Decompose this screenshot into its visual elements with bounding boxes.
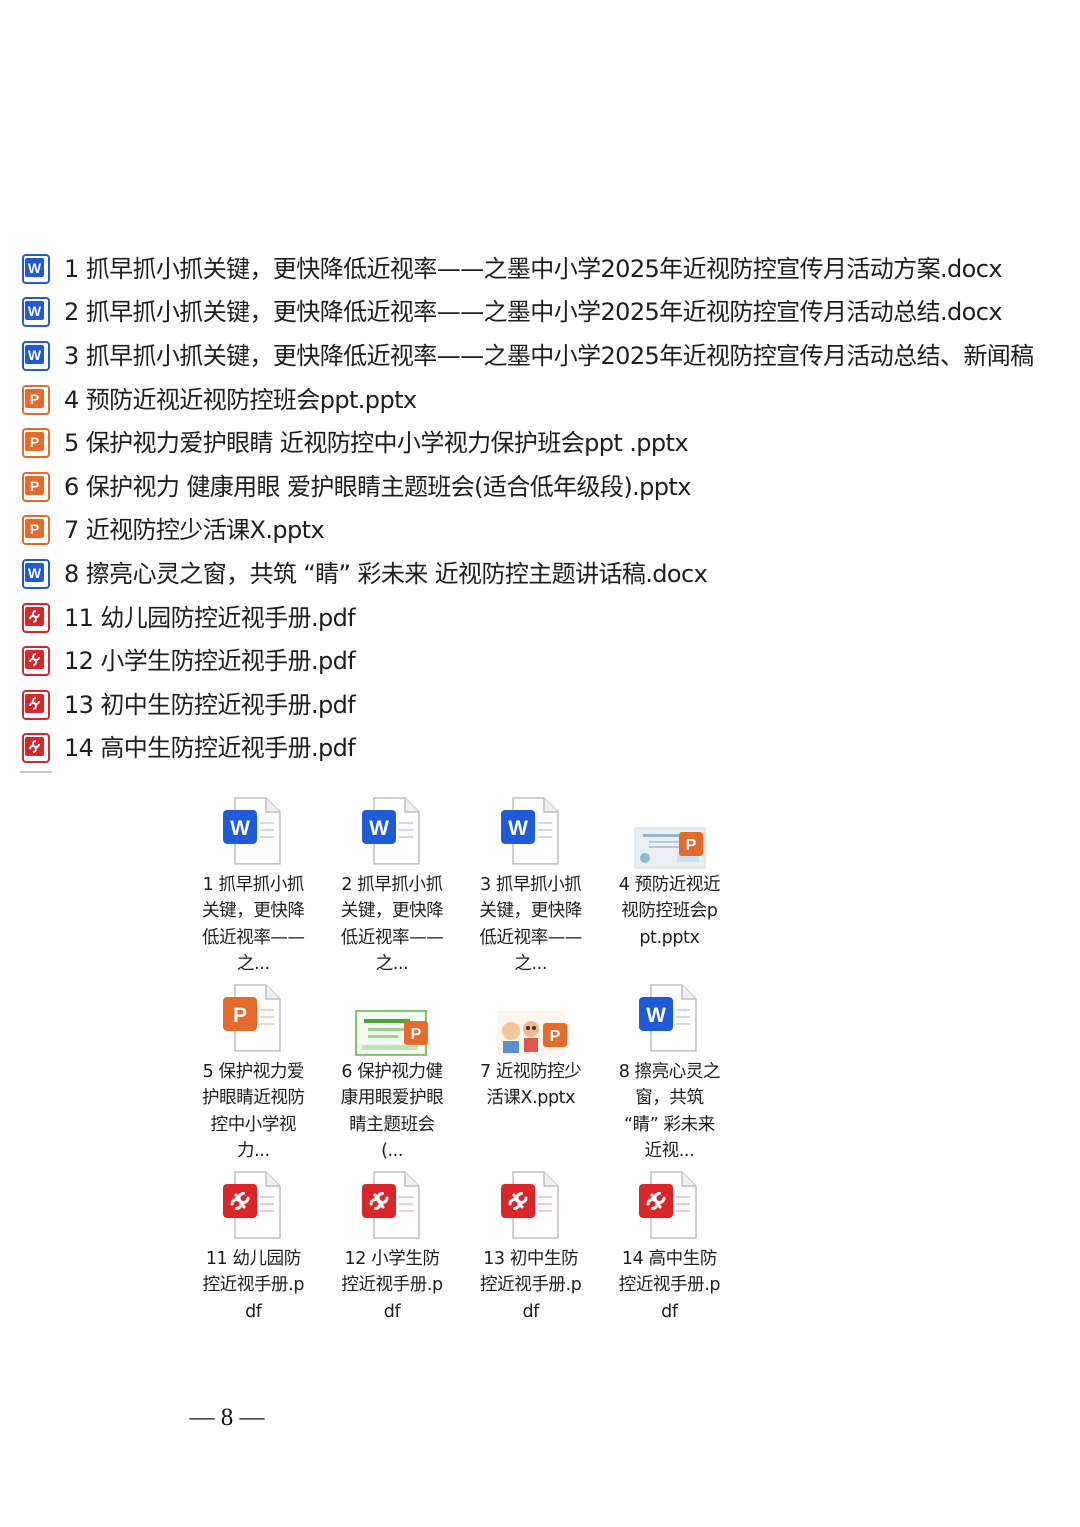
file-tile[interactable]: 12 小学生防控近视手册.pdf xyxy=(323,1164,462,1351)
file-tile[interactable]: W 2 抓早抓小抓关键，更快降低近视率——之... xyxy=(323,790,462,977)
file-row[interactable]: 13 初中生防控近视手册.pdf xyxy=(0,683,1080,727)
pdf-document-icon xyxy=(362,1171,420,1239)
file-tile[interactable]: 11 幼儿园防控近视手册.pdf xyxy=(184,1164,323,1351)
pdf-file-icon xyxy=(22,689,50,720)
pdf-document-icon xyxy=(639,1171,698,1239)
file-name: 12 小学生防控近视手册.pdf xyxy=(64,647,356,676)
word-document-icon: W xyxy=(223,797,282,865)
ppt-thumbnail-icon: P xyxy=(355,1009,428,1056)
page-number: — 8 — xyxy=(189,1404,265,1431)
file-tile[interactable]: P 6 保护视力健康用眼爱护眼睛主题班会(... xyxy=(323,977,462,1164)
file-tile-label: 1 抓早抓小抓关键，更快降低近视率——之... xyxy=(202,874,305,974)
ppt-file-icon: P xyxy=(22,428,50,459)
file-tile-label: 2 抓早抓小抓关键，更快降低近视率——之... xyxy=(340,874,444,974)
svg-text:W: W xyxy=(508,817,528,840)
svg-text:W: W xyxy=(28,260,42,276)
file-tile[interactable]: P 4 预防近视近视防控班会ppt.pptx xyxy=(600,790,739,977)
svg-text:P: P xyxy=(686,837,697,854)
file-row[interactable]: 11 幼儿园防控近视手册.pdf xyxy=(0,596,1080,640)
file-row[interactable]: P 5 保护视力爱护眼睛 近视防控中小学视力保护班会ppt .pptx xyxy=(0,421,1080,465)
file-tile-label: 11 幼儿园防控近视手册.pdf xyxy=(202,1249,305,1322)
pdf-file-icon xyxy=(22,602,50,633)
svg-text:P: P xyxy=(30,391,39,407)
file-row[interactable]: P 6 保护视力 健康用眼 爱护眼睛主题班会(适合低年级段).pptx xyxy=(0,465,1080,509)
file-name: 11 幼儿园防控近视手册.pdf xyxy=(64,603,356,632)
file-row[interactable]: P 4 预防近视近视防控班会ppt.pptx xyxy=(0,378,1080,422)
file-name: 1 抓早抓小抓关键，更快降低近视率——之墨中小学2025年近视防控宣传月活动方案… xyxy=(64,254,1003,283)
clipped-file-row xyxy=(0,770,1080,779)
file-name: 5 保护视力爱护眼睛 近视防控中小学视力保护班会ppt .pptx xyxy=(64,429,689,458)
file-tile-label: 12 小学生防控近视手册.pdf xyxy=(341,1249,443,1322)
svg-text:W: W xyxy=(28,565,42,581)
word-file-icon: W xyxy=(22,340,50,371)
file-list-view: W 1 抓早抓小抓关键，更快降低近视率——之墨中小学2025年近视防控宣传月活动… xyxy=(0,247,1080,779)
ppt-file-icon: P xyxy=(22,384,50,415)
svg-text:P: P xyxy=(549,1028,560,1045)
file-tile[interactable]: W 1 抓早抓小抓关键，更快降低近视率——之... xyxy=(184,790,323,977)
file-row[interactable]: W 2 抓早抓小抓关键，更快降低近视率——之墨中小学2025年近视防控宣传月活动… xyxy=(0,291,1080,335)
file-row[interactable]: W 1 抓早抓小抓关键，更快降低近视率——之墨中小学2025年近视防控宣传月活动… xyxy=(0,247,1080,291)
svg-text:W: W xyxy=(369,817,389,840)
file-name: 14 高中生防控近视手册.pdf xyxy=(64,734,356,763)
ppt-thumbnail-icon: P xyxy=(496,1011,567,1055)
svg-text:P: P xyxy=(30,521,39,537)
file-tile-label: 7 近视防控少活课X.pptx xyxy=(480,1062,582,1109)
file-tile-label: 3 抓早抓小抓关键，更快降低近视率——之... xyxy=(479,874,583,974)
file-tile[interactable]: P 5 保护视力爱护眼睛近视防控中小学视力... xyxy=(184,977,323,1164)
file-tile[interactable]: W 8 擦亮心灵之窗，共筑 “睛” 彩未来 近视... xyxy=(600,977,739,1164)
file-tile-label: 8 擦亮心灵之窗，共筑 “睛” 彩未来 近视... xyxy=(618,1061,721,1161)
file-name: 2 抓早抓小抓关键，更快降低近视率——之墨中小学2025年近视防控宣传月活动总结… xyxy=(64,298,1003,327)
file-tile[interactable]: 14 高中生防控近视手册.pdf xyxy=(600,1164,739,1351)
file-name: 6 保护视力 健康用眼 爱护眼睛主题班会(适合低年级段).pptx xyxy=(64,472,691,501)
file-tile[interactable]: 13 初中生防控近视手册.pdf xyxy=(461,1164,600,1351)
file-name: 3 抓早抓小抓关键，更快降低近视率——之墨中小学2025年近视防控宣传月活动总结… xyxy=(64,341,1034,370)
file-tile-label: 4 预防近视近视防控班会ppt.pptx xyxy=(618,875,721,948)
svg-text:P: P xyxy=(411,1026,422,1043)
file-name: 7 近视防控少活课X.pptx xyxy=(64,516,325,545)
file-row[interactable]: 14 高中生防控近视手册.pdf xyxy=(0,727,1080,771)
ppt-file-icon: P xyxy=(22,515,50,546)
file-row[interactable]: W 3 抓早抓小抓关键，更快降低近视率——之墨中小学2025年近视防控宣传月活动… xyxy=(0,334,1080,378)
svg-text:W: W xyxy=(28,303,42,319)
file-row[interactable]: P 7 近视防控少活课X.pptx xyxy=(0,509,1080,553)
powerpoint-document-icon: P xyxy=(223,984,282,1052)
file-tile-label: 5 保护视力爱护眼睛近视防控中小学视力... xyxy=(202,1061,305,1161)
svg-text:P: P xyxy=(30,434,39,450)
svg-text:W: W xyxy=(28,347,42,363)
file-icon-grid: W 1 抓早抓小抓关键，更快降低近视率——之... W 2 抓早抓小抓关键，更快… xyxy=(184,790,739,1351)
file-tile[interactable]: P 7 近视防控少活课X.pptx xyxy=(461,977,600,1164)
file-tile-label: 14 高中生防控近视手册.pdf xyxy=(618,1249,721,1322)
file-row[interactable]: 12 小学生防控近视手册.pdf xyxy=(0,639,1080,683)
ppt-file-icon: P xyxy=(22,471,50,502)
file-name: 8 擦亮心灵之窗，共筑 “睛” 彩未来 近视防控主题讲话稿.docx xyxy=(64,559,708,588)
file-tile-label: 6 保护视力健康用眼爱护眼睛主题班会(... xyxy=(340,1061,444,1161)
pdf-file-icon xyxy=(22,733,50,764)
file-tile[interactable]: W 3 抓早抓小抓关键，更快降低近视率——之... xyxy=(461,790,600,977)
svg-text:P: P xyxy=(233,1004,247,1027)
svg-text:W: W xyxy=(230,817,250,840)
word-document-icon: W xyxy=(500,797,559,865)
word-document-icon: W xyxy=(362,797,420,865)
word-file-icon: W xyxy=(22,297,50,328)
svg-text:P: P xyxy=(30,478,39,494)
ppt-thumbnail-icon: P xyxy=(634,827,706,869)
file-row[interactable]: W 8 擦亮心灵之窗，共筑 “睛” 彩未来 近视防控主题讲话稿.docx xyxy=(0,552,1080,596)
pdf-document-icon xyxy=(223,1171,282,1239)
file-tile-label: 13 初中生防控近视手册.pdf xyxy=(480,1249,582,1322)
clipped-icon-edge xyxy=(20,771,52,776)
pdf-file-icon xyxy=(22,646,50,677)
file-name: 13 初中生防控近视手册.pdf xyxy=(64,690,356,719)
word-document-icon: W xyxy=(639,984,698,1052)
file-name: 4 预防近视近视防控班会ppt.pptx xyxy=(64,385,417,414)
word-file-icon: W xyxy=(22,253,50,284)
word-file-icon: W xyxy=(22,558,50,589)
svg-text:W: W xyxy=(647,1004,667,1027)
pdf-document-icon xyxy=(500,1171,559,1239)
